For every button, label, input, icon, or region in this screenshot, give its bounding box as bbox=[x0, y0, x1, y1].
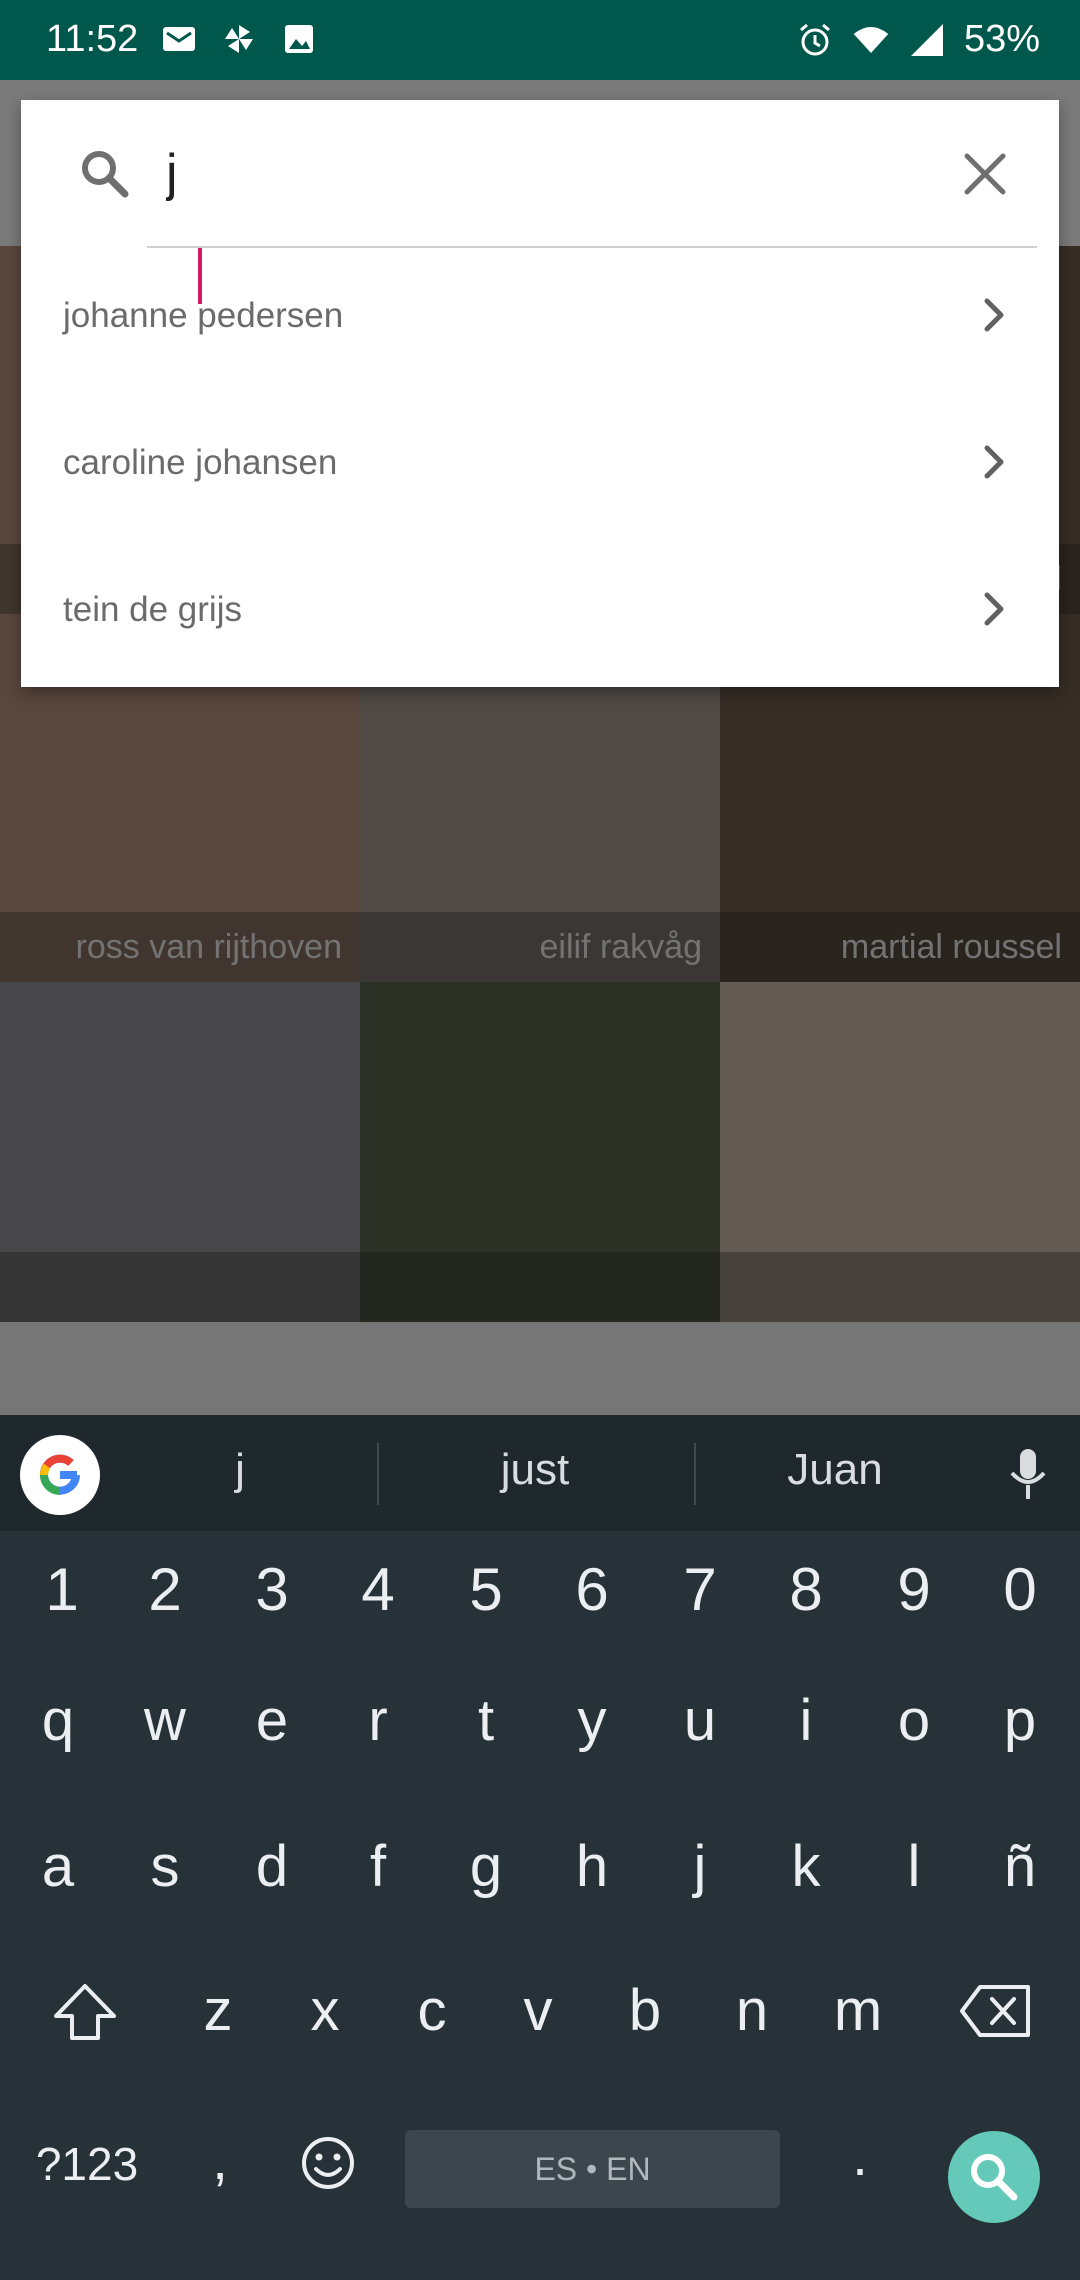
key-t[interactable]: t bbox=[436, 1687, 536, 1754]
soft-keyboard: j just Juan 1 2 3 4 5 6 7 8 9 0 q w e r … bbox=[0, 1415, 1080, 2280]
key-w[interactable]: w bbox=[115, 1687, 215, 1754]
key-n-tilde[interactable]: ñ bbox=[970, 1833, 1070, 1900]
key-j[interactable]: j bbox=[650, 1833, 750, 1900]
alarm-icon bbox=[796, 21, 834, 59]
key-c[interactable]: c bbox=[382, 1977, 482, 2044]
suggestion-item[interactable]: caroline johansen bbox=[21, 395, 1059, 542]
keyboard-suggestion[interactable]: Juan bbox=[695, 1445, 975, 1495]
key-6[interactable]: 6 bbox=[542, 1555, 642, 1624]
key-l[interactable]: l bbox=[864, 1833, 964, 1900]
key-g[interactable]: g bbox=[436, 1833, 536, 1900]
suggestion-divider bbox=[377, 1443, 379, 1505]
suggestion-label: johanne pedersen bbox=[63, 296, 344, 335]
key-m[interactable]: m bbox=[808, 1977, 908, 2044]
emoji-key[interactable] bbox=[278, 2133, 378, 2207]
keyboard-suggestion-strip: j just Juan bbox=[0, 1415, 1080, 1531]
keyboard-suggestion[interactable]: j bbox=[100, 1445, 380, 1495]
key-z[interactable]: z bbox=[168, 1977, 268, 2044]
search-icon bbox=[77, 146, 133, 202]
key-e[interactable]: e bbox=[222, 1687, 322, 1754]
key-4[interactable]: 4 bbox=[328, 1555, 428, 1624]
search-dialog: johanne pedersen caroline johansen tein … bbox=[21, 100, 1059, 687]
microphone-icon[interactable] bbox=[1003, 1445, 1053, 1505]
key-8[interactable]: 8 bbox=[756, 1555, 856, 1624]
key-0[interactable]: 0 bbox=[970, 1555, 1070, 1624]
key-r[interactable]: r bbox=[328, 1687, 428, 1754]
key-1[interactable]: 1 bbox=[12, 1555, 112, 1624]
key-k[interactable]: k bbox=[756, 1833, 856, 1900]
key-9[interactable]: 9 bbox=[864, 1555, 964, 1624]
key-d[interactable]: d bbox=[222, 1833, 322, 1900]
key-n[interactable]: n bbox=[702, 1977, 802, 2044]
key-q[interactable]: q bbox=[8, 1687, 108, 1754]
keyboard-search-button[interactable] bbox=[948, 2131, 1040, 2223]
image-icon bbox=[280, 20, 318, 58]
key-a[interactable]: a bbox=[8, 1833, 108, 1900]
key-s[interactable]: s bbox=[115, 1833, 215, 1900]
key-2[interactable]: 2 bbox=[115, 1555, 215, 1624]
search-input[interactable] bbox=[166, 130, 966, 216]
key-y[interactable]: y bbox=[542, 1687, 642, 1754]
key-u[interactable]: u bbox=[650, 1687, 750, 1754]
comma-key[interactable]: , bbox=[170, 2127, 270, 2192]
key-h[interactable]: h bbox=[542, 1833, 642, 1900]
suggestion-item[interactable]: tein de grijs bbox=[21, 542, 1059, 689]
pinwheel-icon bbox=[220, 20, 258, 58]
signal-icon bbox=[908, 21, 946, 59]
chevron-right-icon bbox=[971, 439, 1017, 485]
suggestion-label: caroline johansen bbox=[63, 443, 338, 482]
key-7[interactable]: 7 bbox=[650, 1555, 750, 1624]
key-3[interactable]: 3 bbox=[222, 1555, 322, 1624]
battery-percent: 53% bbox=[963, 18, 1040, 60]
space-bar[interactable]: ES • EN bbox=[405, 2130, 780, 2208]
key-f[interactable]: f bbox=[328, 1833, 428, 1900]
chevron-right-icon bbox=[971, 292, 1017, 338]
backspace-key[interactable] bbox=[945, 1983, 1045, 2053]
key-5[interactable]: 5 bbox=[436, 1555, 536, 1624]
close-icon[interactable] bbox=[959, 148, 1011, 200]
key-o[interactable]: o bbox=[864, 1687, 964, 1754]
google-icon[interactable] bbox=[20, 1435, 100, 1515]
keyboard-suggestion[interactable]: just bbox=[395, 1445, 675, 1495]
gmail-icon bbox=[160, 20, 198, 58]
key-i[interactable]: i bbox=[756, 1687, 856, 1754]
status-bar: 11:52 53% bbox=[0, 0, 1080, 80]
key-v[interactable]: v bbox=[488, 1977, 588, 2044]
period-key[interactable]: . bbox=[810, 2123, 910, 2188]
key-x[interactable]: x bbox=[275, 1977, 375, 2044]
symbols-key[interactable]: ?123 bbox=[22, 2137, 152, 2191]
suggestion-list: johanne pedersen caroline johansen tein … bbox=[21, 248, 1059, 689]
key-b[interactable]: b bbox=[595, 1977, 695, 2044]
search-bar bbox=[21, 100, 1059, 246]
wifi-icon bbox=[852, 21, 890, 59]
suggestion-label: tein de grijs bbox=[63, 590, 242, 629]
suggestion-item[interactable]: johanne pedersen bbox=[21, 248, 1059, 395]
key-p[interactable]: p bbox=[970, 1687, 1070, 1754]
shift-key[interactable] bbox=[35, 1980, 135, 2058]
status-time: 11:52 bbox=[46, 18, 139, 60]
chevron-right-icon bbox=[971, 586, 1017, 632]
